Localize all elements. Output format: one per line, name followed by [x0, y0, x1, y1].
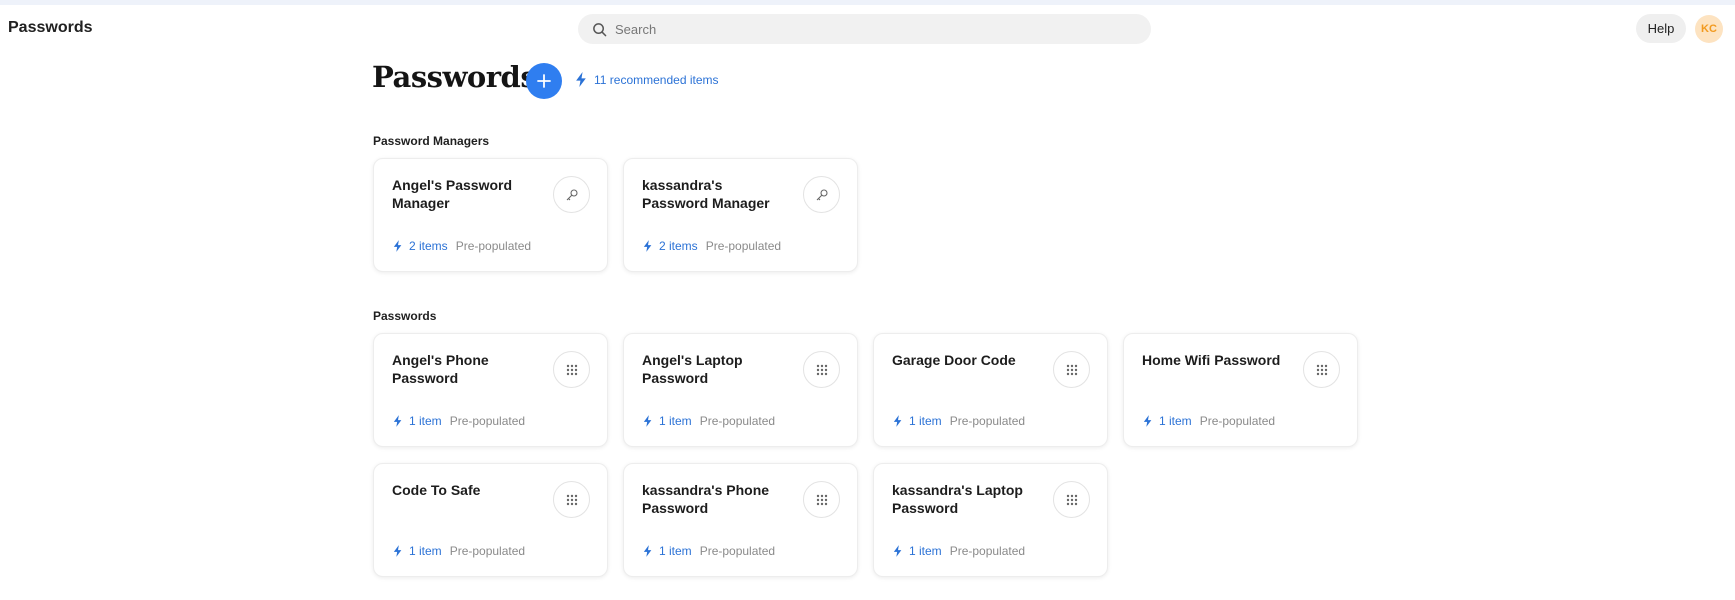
- status-label: Pre-populated: [705, 239, 782, 253]
- item-count[interactable]: 1 item: [659, 414, 692, 428]
- card-angels-laptop-password[interactable]: Angel's Laptop Password 1 item Pre-popul…: [623, 333, 858, 447]
- search-input[interactable]: [615, 21, 1115, 37]
- card-title: kassandra's Laptop Password: [892, 482, 1023, 516]
- card-title: Angel's Phone Password: [392, 352, 489, 386]
- keypad-icon: [566, 494, 577, 505]
- card-title: Angel's Password Manager: [392, 177, 513, 211]
- card-icon-button[interactable]: [1053, 351, 1090, 388]
- status-label: Pre-populated: [1199, 414, 1276, 428]
- add-button[interactable]: [526, 63, 562, 99]
- keypad-icon: [816, 364, 827, 375]
- card-meta: 1 item Pre-populated: [643, 544, 775, 558]
- card-kassandras-laptop-password[interactable]: kassandra's Laptop Password 1 item Pre-p…: [873, 463, 1108, 577]
- app-title: Passwords: [8, 19, 93, 36]
- card-meta: 1 item Pre-populated: [393, 544, 525, 558]
- section-label-password-managers: Password Managers: [373, 134, 490, 148]
- search-icon: [593, 22, 607, 36]
- card-meta: 1 item Pre-populated: [1143, 414, 1275, 428]
- status-label: Pre-populated: [949, 414, 1026, 428]
- lightning-icon: [1143, 415, 1152, 427]
- top-strip: [0, 0, 1735, 5]
- lightning-icon: [393, 545, 402, 557]
- card-meta: 2 items Pre-populated: [393, 239, 531, 253]
- item-count[interactable]: 1 item: [909, 414, 942, 428]
- page-title: Passwords: [372, 60, 537, 94]
- card-icon-button[interactable]: [1303, 351, 1340, 388]
- card-icon-button[interactable]: [553, 351, 590, 388]
- card-title: kassandra's Phone Password: [642, 482, 770, 516]
- status-label: Pre-populated: [949, 544, 1026, 558]
- card-meta: 2 items Pre-populated: [643, 239, 781, 253]
- card-title: Code To Safe: [392, 482, 481, 498]
- lightning-icon: [576, 72, 586, 87]
- help-button[interactable]: Help: [1636, 14, 1686, 43]
- card-title: Angel's Laptop Password: [642, 352, 743, 386]
- status-label: Pre-populated: [449, 544, 526, 558]
- card-title: Home Wifi Password: [1142, 352, 1281, 368]
- card-icon-button[interactable]: [803, 481, 840, 518]
- card-title: Garage Door Code: [892, 352, 1016, 368]
- card-code-to-safe[interactable]: Code To Safe 1 item Pre-populated: [373, 463, 608, 577]
- card-icon-button[interactable]: [803, 176, 840, 213]
- card-garage-door-code[interactable]: Garage Door Code 1 item Pre-populated: [873, 333, 1108, 447]
- item-count[interactable]: 1 item: [909, 544, 942, 558]
- keypad-icon: [566, 364, 577, 375]
- lightning-icon: [393, 415, 402, 427]
- card-angels-password-manager[interactable]: Angel's Password Manager 2 items Pre-pop…: [373, 158, 608, 272]
- lightning-icon: [643, 545, 652, 557]
- keypad-icon: [816, 494, 827, 505]
- status-label: Pre-populated: [455, 239, 532, 253]
- key-icon: [816, 188, 828, 200]
- card-icon-button[interactable]: [1053, 481, 1090, 518]
- lightning-icon: [893, 545, 902, 557]
- card-icon-button[interactable]: [553, 481, 590, 518]
- item-count[interactable]: 1 item: [659, 544, 692, 558]
- card-home-wifi-password[interactable]: Home Wifi Password 1 item Pre-populated: [1123, 333, 1358, 447]
- card-angels-phone-password[interactable]: Angel's Phone Password 1 item Pre-popula…: [373, 333, 608, 447]
- item-count[interactable]: 2 items: [659, 239, 698, 253]
- lightning-icon: [393, 240, 402, 252]
- card-kassandras-phone-password[interactable]: kassandra's Phone Password 1 item Pre-po…: [623, 463, 858, 577]
- status-label: Pre-populated: [449, 414, 526, 428]
- item-count[interactable]: 2 items: [409, 239, 448, 253]
- keypad-icon: [1066, 494, 1077, 505]
- card-meta: 1 item Pre-populated: [893, 414, 1025, 428]
- item-count[interactable]: 1 item: [1159, 414, 1192, 428]
- recommended-items-link[interactable]: 11 recommended items: [575, 72, 719, 87]
- keypad-icon: [1316, 364, 1327, 375]
- search-bar[interactable]: [578, 14, 1151, 44]
- lightning-icon: [643, 415, 652, 427]
- lightning-icon: [893, 415, 902, 427]
- status-label: Pre-populated: [699, 544, 776, 558]
- lightning-icon: [643, 240, 652, 252]
- key-icon: [566, 188, 578, 200]
- section-label-passwords: Passwords: [373, 309, 437, 323]
- card-title: kassandra's Password Manager: [642, 177, 770, 211]
- recommended-items-label: 11 recommended items: [594, 72, 719, 87]
- item-count[interactable]: 1 item: [409, 544, 442, 558]
- card-meta: 1 item Pre-populated: [643, 414, 775, 428]
- item-count[interactable]: 1 item: [409, 414, 442, 428]
- card-meta: 1 item Pre-populated: [893, 544, 1025, 558]
- card-icon-button[interactable]: [803, 351, 840, 388]
- plus-icon: [537, 74, 551, 88]
- card-icon-button[interactable]: [553, 176, 590, 213]
- card-kassandras-password-manager[interactable]: kassandra's Password Manager 2 items Pre…: [623, 158, 858, 272]
- keypad-icon: [1066, 364, 1077, 375]
- status-label: Pre-populated: [699, 414, 776, 428]
- avatar[interactable]: KC: [1695, 15, 1723, 43]
- card-meta: 1 item Pre-populated: [393, 414, 525, 428]
